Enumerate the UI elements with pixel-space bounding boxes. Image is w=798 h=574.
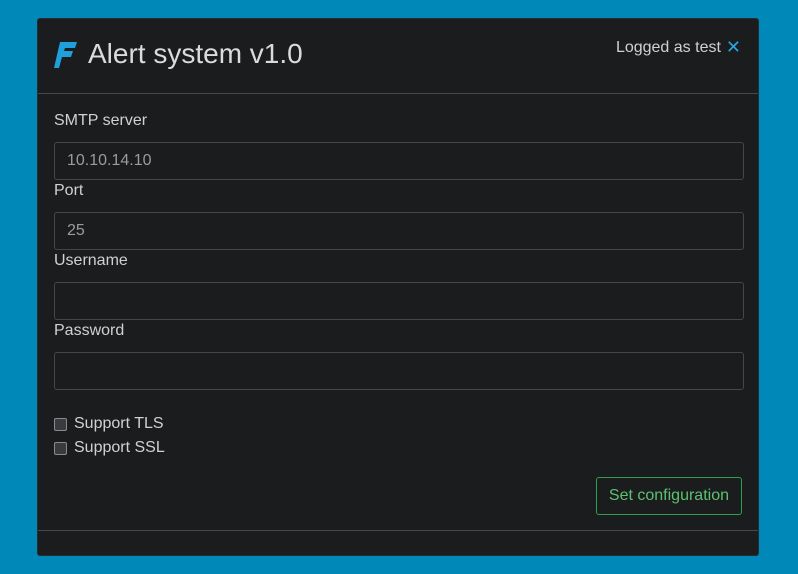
brand: Alert system v1.0 [54, 37, 303, 70]
ssl-checkbox-row[interactable]: Support SSL [54, 436, 742, 460]
set-configuration-button[interactable]: Set configuration [595, 477, 742, 515]
form-actions: Set configuration [595, 477, 742, 515]
tls-checkbox[interactable] [54, 417, 67, 431]
smtp-label: SMTP server [54, 112, 148, 129]
password-input[interactable] [54, 352, 744, 390]
port-label: Port [54, 182, 84, 199]
card-body: SMTP server Port Username Password Suppo… [38, 94, 758, 460]
username-group: Username [54, 252, 744, 322]
config-card: Alert system v1.0 Logged as test ✕ SMTP … [37, 18, 759, 556]
password-group: Password [54, 322, 744, 392]
card-footer [38, 530, 758, 555]
ssl-label: Support SSL [74, 439, 165, 456]
tls-label: Support TLS [74, 415, 164, 432]
port-group: Port [54, 182, 744, 252]
tls-checkbox-row[interactable]: Support TLS [54, 412, 742, 436]
smtp-server-input[interactable] [54, 142, 744, 180]
logout-close-icon[interactable]: ✕ [726, 37, 741, 58]
options-group: Support TLS Support SSL [54, 412, 742, 460]
smtp-group: SMTP server [54, 112, 744, 182]
brand-logo-icon [54, 42, 77, 68]
logged-user-text: Logged as test [615, 38, 721, 56]
page-title: Alert system v1.0 [88, 37, 303, 69]
username-input[interactable] [54, 282, 744, 320]
port-input[interactable] [54, 212, 744, 250]
ssl-checkbox[interactable] [54, 441, 67, 455]
username-label: Username [54, 252, 128, 269]
user-info: Logged as test ✕ [616, 37, 741, 58]
password-label: Password [54, 322, 125, 339]
card-header: Alert system v1.0 Logged as test ✕ [38, 19, 758, 94]
